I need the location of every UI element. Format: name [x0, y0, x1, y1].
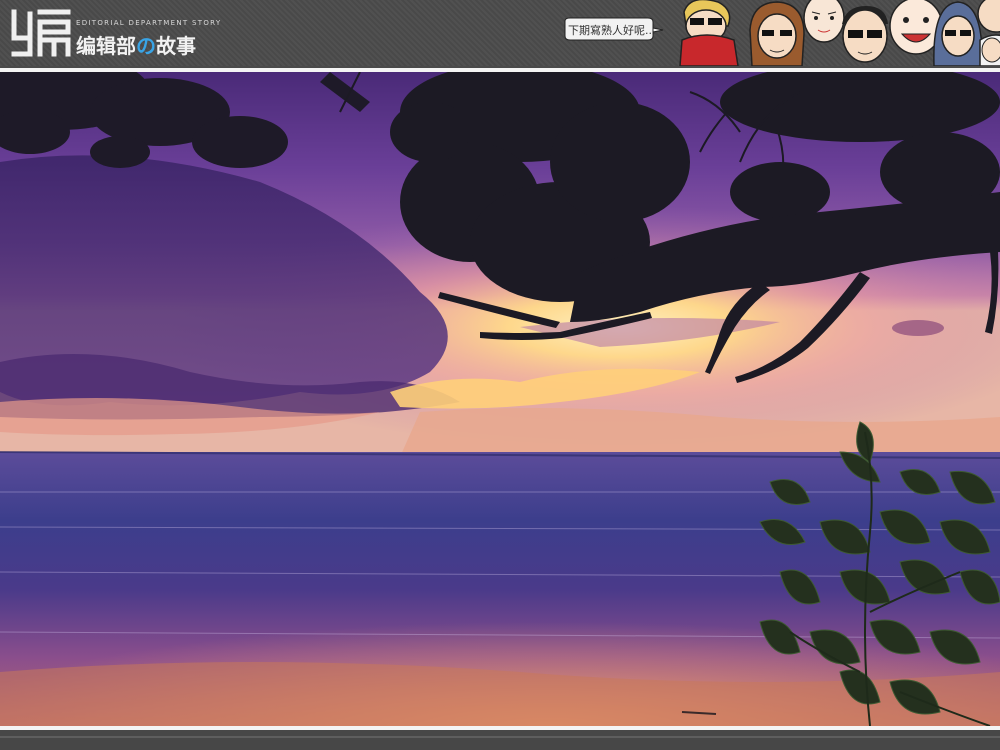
site-title[interactable]: 编辑部の故事 [76, 30, 196, 59]
site-title-end: 故事 [156, 34, 196, 58]
site-logo-icon[interactable] [10, 6, 72, 58]
sunset-beach-photo[interactable] [0, 72, 1000, 726]
site-title-accent: の [136, 34, 156, 58]
site-tagline: EDITORIAL DEPARTMENT STORY [76, 19, 222, 27]
photo-frame [0, 68, 1000, 730]
speech-bubble-text: 下期寫熟人好呢... [568, 24, 656, 37]
site-header: EDITORIAL DEPARTMENT STORY 编辑部の故事 下期寫熟人好… [0, 0, 1000, 66]
footer-divider [0, 736, 1000, 738]
site-title-main: 编辑部 [76, 34, 136, 58]
cartoon-editors-icon [676, 0, 1000, 66]
footer-bar [0, 730, 1000, 750]
